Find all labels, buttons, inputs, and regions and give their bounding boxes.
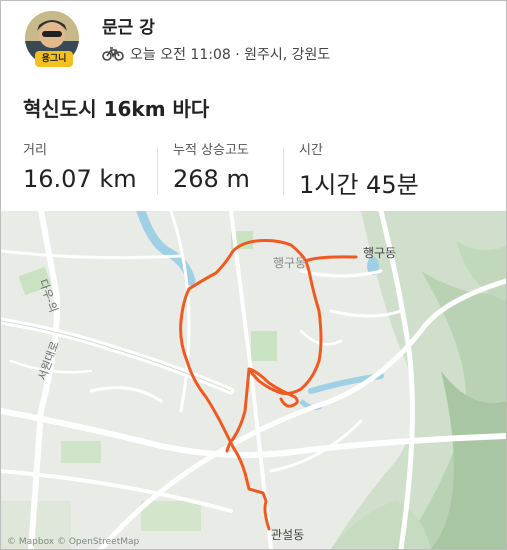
stat-time-label: 시간 — [299, 143, 323, 158]
stats-row: 거리 16.07 km 누적 상승고도 268 m 시간 1시간 45분 — [1, 139, 506, 199]
stat-distance: 거리 16.07 km — [23, 139, 137, 193]
activity-time-location: 오늘 오전 11:08 · 원주시, 강원도 — [130, 47, 331, 63]
map-label-district-south: 관설동 — [271, 528, 304, 542]
route-map[interactable]: 다우-의 서원대로 행구동 행구동 관설동 © Mapbox © OpenStr… — [1, 211, 506, 549]
stat-time: 시간 1시간 45분 — [299, 139, 419, 200]
activity-card: 용그니 문근 강 오늘 오전 11:08 · 원주시, 강원도 혁신도시 16k… — [0, 0, 507, 550]
map-label-district-north: 행구동 — [273, 255, 306, 270]
stat-distance-label: 거리 — [23, 143, 47, 158]
avatar-badge: 용그니 — [35, 51, 73, 67]
stat-time-value: 1시간 45분 — [299, 171, 419, 199]
activity-meta: 오늘 오전 11:08 · 원주시, 강원도 — [102, 44, 330, 64]
bike-icon — [102, 47, 124, 61]
athlete-name[interactable]: 문근 강 — [102, 13, 155, 38]
stat-distance-value: 16.07 km — [23, 165, 137, 193]
activity-header: 용그니 문근 강 오늘 오전 11:08 · 원주시, 강원도 — [1, 1, 506, 81]
stat-divider — [283, 147, 284, 195]
map-canvas: 다우-의 서원대로 행구동 행구동 관설동 — [1, 211, 506, 549]
activity-title[interactable]: 혁신도시 16km 바다 — [23, 93, 209, 122]
map-attribution[interactable]: © Mapbox © OpenStreetMap — [7, 537, 139, 547]
stat-elevation-label: 누적 상승고도 — [173, 143, 249, 158]
map-label-place-north: 행구동 — [363, 245, 396, 260]
stat-divider — [157, 147, 158, 195]
stat-elevation-value: 268 m — [173, 165, 250, 193]
stat-elevation: 누적 상승고도 268 m — [173, 139, 250, 193]
